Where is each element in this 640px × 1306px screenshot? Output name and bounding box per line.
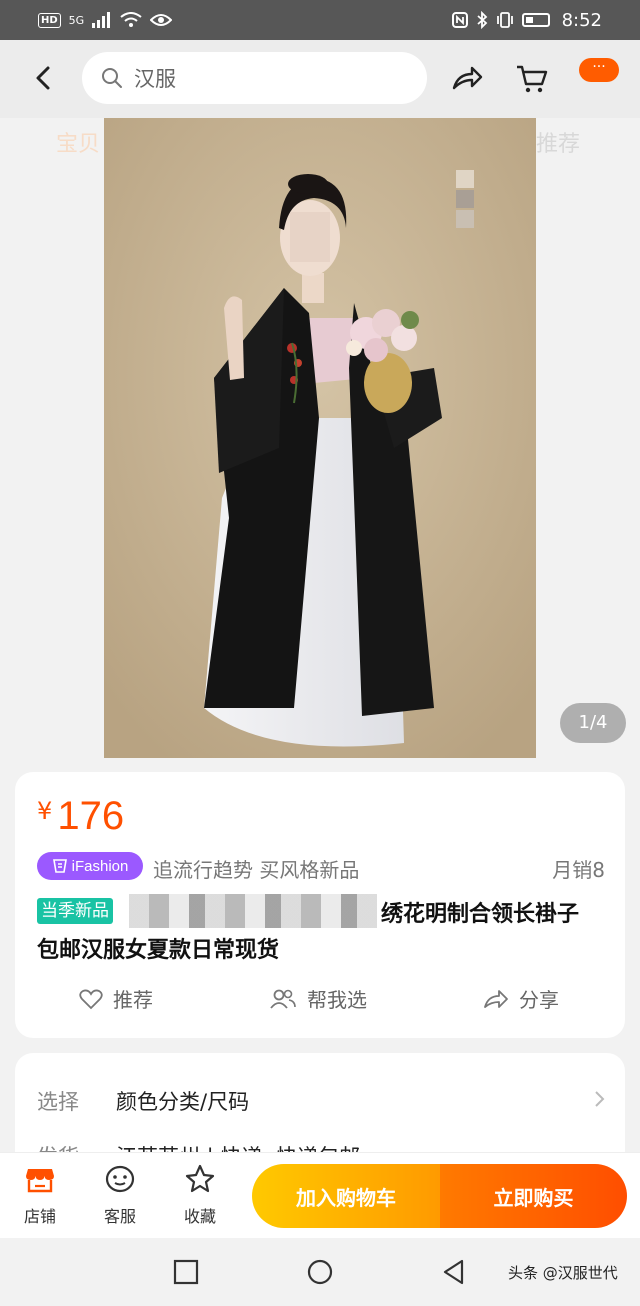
bluetooth-icon xyxy=(476,11,487,29)
price-amount: 176 xyxy=(57,794,125,838)
home-icon[interactable] xyxy=(306,1258,334,1286)
help-choose-label: 帮我选 xyxy=(307,988,367,1012)
customer-service-button[interactable]: 客服 xyxy=(90,1163,150,1227)
signal-icon xyxy=(92,12,111,28)
heart-icon xyxy=(79,989,103,1009)
blurred-text xyxy=(129,894,377,928)
image-counter: 1/4 xyxy=(560,703,626,743)
recommend-button[interactable]: 推荐 xyxy=(79,984,153,1013)
watermark: 头条 @汉服世代 xyxy=(508,1264,618,1282)
favorite-button[interactable]: 收藏 xyxy=(170,1163,230,1227)
buy-now-button[interactable]: 立即购买 xyxy=(440,1164,627,1228)
search-query: 汉服 xyxy=(134,67,176,91)
hd-badge: HD xyxy=(38,12,61,28)
search-icon xyxy=(102,68,122,88)
cart-icon[interactable] xyxy=(515,62,549,96)
tab-item[interactable]: 宝贝 xyxy=(56,126,100,158)
shop-button[interactable]: 店铺 xyxy=(10,1163,70,1227)
more-menu-button[interactable]: ··· xyxy=(579,58,619,82)
add-to-cart-button[interactable]: 加入购物车 xyxy=(252,1164,440,1228)
wifi-icon xyxy=(120,12,142,27)
price: ¥ 176 xyxy=(37,794,124,839)
service-label: 客服 xyxy=(103,1207,136,1226)
select-label: 选择 xyxy=(37,1090,79,1114)
clock: 8:52 xyxy=(561,9,602,31)
product-title-line1: 当季新品 绣花明制合领长褂子 xyxy=(37,894,607,934)
product-title-line2: 包邮汉服女夏款日常现货 xyxy=(37,938,280,963)
eye-icon xyxy=(150,14,173,26)
store-icon xyxy=(26,1169,54,1193)
ifashion-icon xyxy=(52,859,67,873)
product-info-card: ¥ 176 iFashion 追流行趋势 买风格新品 月销8 当季新品 绣花明制… xyxy=(15,772,625,1038)
status-left: HD 5G xyxy=(38,12,173,28)
action-row: 推荐 帮我选 分享 xyxy=(15,984,625,1024)
select-value[interactable]: 颜色分类/尺码 xyxy=(116,1086,249,1116)
service-icon xyxy=(105,1165,135,1193)
system-navigation: 头条 @汉服世代 xyxy=(0,1238,640,1306)
monthly-sales: 月销8 xyxy=(552,858,605,882)
network-label: 5G xyxy=(68,13,85,27)
status-right: 8:52 xyxy=(451,9,602,31)
share-icon[interactable] xyxy=(450,62,484,96)
shop-label: 店铺 xyxy=(23,1207,56,1226)
vibrate-icon xyxy=(496,12,513,28)
chevron-right-icon[interactable] xyxy=(593,1089,607,1109)
nfc-icon xyxy=(451,12,468,28)
hanfu-photo xyxy=(104,118,536,758)
recommend-label: 推荐 xyxy=(113,988,153,1012)
status-bar: HD 5G 8:52 xyxy=(0,0,640,40)
favorite-label: 收藏 xyxy=(183,1207,216,1226)
share-label: 分享 xyxy=(519,988,559,1012)
tab-recommend[interactable]: 推荐 xyxy=(536,126,580,158)
search-input[interactable]: 汉服 xyxy=(82,52,427,104)
top-header: 汉服 ··· xyxy=(0,40,640,118)
help-choose-button[interactable]: 帮我选 xyxy=(269,984,367,1013)
star-icon xyxy=(185,1164,215,1193)
recents-icon[interactable] xyxy=(172,1258,200,1286)
title-text: 绣花明制合领长褂子 xyxy=(381,902,580,927)
ifashion-label: iFashion xyxy=(71,857,129,875)
battery-icon xyxy=(521,13,550,27)
share-button[interactable]: 分享 xyxy=(483,984,559,1013)
back-icon[interactable] xyxy=(28,62,60,94)
new-season-tag: 当季新品 xyxy=(37,898,113,924)
people-icon xyxy=(270,989,296,1009)
product-image[interactable] xyxy=(104,118,536,758)
currency-symbol: ¥ xyxy=(37,797,53,825)
share-icon xyxy=(484,989,508,1008)
ifashion-badge[interactable]: iFashion xyxy=(37,852,143,880)
bottom-action-bar: 店铺 客服 收藏 加入购物车 立即购买 xyxy=(0,1152,640,1238)
slogan: 追流行趋势 买风格新品 xyxy=(153,858,360,882)
back-nav-icon[interactable] xyxy=(440,1258,468,1286)
